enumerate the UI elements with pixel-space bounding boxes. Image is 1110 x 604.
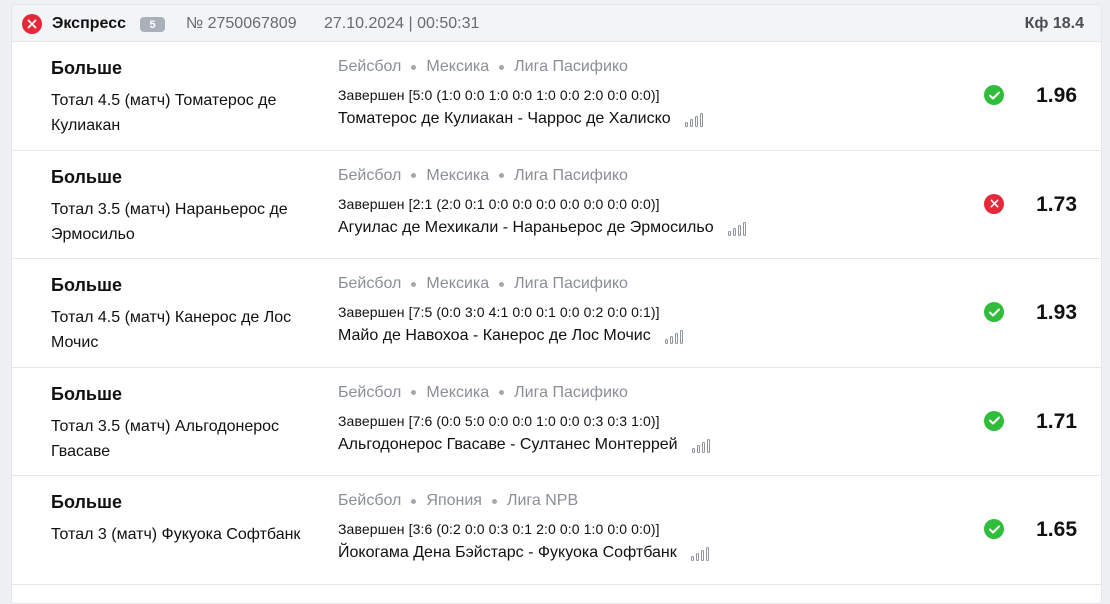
- separator-dot: [411, 281, 417, 287]
- close-icon: [984, 193, 1004, 214]
- separator-dot: [499, 64, 505, 70]
- ticket-datetime: 27.10.2024 | 00:50:31: [324, 15, 480, 32]
- bet-odd: 1.65: [1036, 518, 1077, 541]
- stats-icon[interactable]: [691, 437, 710, 453]
- league-label: Лига Пасифико: [514, 275, 628, 292]
- bet-row[interactable]: Больше Тотал 4.5 (матч) Томатерос де Кул…: [12, 42, 1101, 151]
- bet-odd: 1.71: [1036, 409, 1077, 433]
- event-meta: Бейсбол Мексика Лига Пасифико: [338, 167, 628, 185]
- bet-odd: 1.96: [1036, 84, 1077, 107]
- bet-type: Больше: [51, 58, 122, 78]
- bets-list: Больше Тотал 4.5 (матч) Томатерос де Кул…: [12, 42, 1101, 585]
- bet-type: Больше: [51, 275, 122, 295]
- event-meta: Бейсбол Мексика Лига Пасифико: [338, 384, 628, 402]
- match-result: Завершен [3:6 (0:2 0:0 0:3 0:1 2:0 0:0 1…: [338, 521, 660, 537]
- sport-label: Бейсбол: [338, 492, 402, 509]
- sport-label: Бейсбол: [338, 58, 402, 75]
- separator-dot: [491, 498, 497, 504]
- ticket-number: № 2750067809: [186, 15, 297, 32]
- country-label: Мексика: [426, 166, 490, 184]
- bet-market: Тотал 3.5 (матч) Нараньерос де Эрмосильо: [51, 200, 288, 243]
- bet-odd: 1.93: [1036, 301, 1077, 324]
- teams-label: Йокогама Дена Бэйстарс - Фукуока Софтбан…: [338, 544, 677, 561]
- league-label: Лига Пасифико: [514, 383, 628, 401]
- teams-label: Томатерос де Кулиакан - Чаррос де Халиск…: [338, 110, 671, 127]
- match-teams: Йокогама Дена Бэйстарс - Фукуока Софтбан…: [338, 544, 709, 562]
- separator-dot: [411, 173, 417, 178]
- bet-market: Тотал 4.5 (матч) Канерос де Лос Мочис: [51, 309, 292, 351]
- stats-icon[interactable]: [684, 111, 703, 127]
- separator-dot: [411, 498, 417, 504]
- match-result: Завершен [2:1 (2:0 0:1 0:0 0:0 0:0 0:0 0…: [338, 195, 660, 212]
- country-label: Япония: [426, 492, 482, 509]
- event-meta: Бейсбол Мексика Лига Пасифико: [338, 58, 628, 76]
- league-label: Лига Пасифико: [514, 58, 628, 75]
- sport-label: Бейсбол: [338, 275, 402, 292]
- bet-row[interactable]: Больше Тотал 3.5 (матч) Альгодонерос Гва…: [12, 368, 1101, 476]
- league-label: Лига NPB: [506, 492, 579, 509]
- teams-label: Агуилас де Мехикали - Нараньерос де Эрмо…: [338, 218, 714, 236]
- check-icon: [984, 85, 1004, 105]
- bet-market: Тотал 4.5 (матч) Томатерос де Кулиакан: [51, 92, 277, 134]
- bet-market: Тотал 3.5 (матч) Альгодонерос Гвасаве: [51, 417, 280, 460]
- match-teams: Альгодонерос Гвасаве - Султанес Монтерре…: [338, 436, 710, 454]
- bets-count-badge: 5: [140, 17, 165, 32]
- match-teams: Томатерос де Кулиакан - Чаррос де Халиск…: [338, 110, 703, 128]
- bet-row[interactable]: Больше Тотал 3 (матч) Фукуока Софтбанк Б…: [12, 476, 1101, 585]
- separator-dot: [499, 281, 505, 287]
- separator-dot: [411, 64, 417, 70]
- sport-label: Бейсбол: [338, 383, 402, 401]
- stats-icon[interactable]: [727, 220, 746, 236]
- event-meta: Бейсбол Мексика Лига Пасифико: [338, 275, 628, 293]
- match-result: Завершен [7:6 (0:0 5:0 0:0 0:0 1:0 0:0 0…: [338, 412, 660, 429]
- sport-label: Бейсбол: [338, 166, 402, 184]
- ticket-type-title: Экспресс: [52, 15, 126, 32]
- teams-label: Альгодонерос Гвасаве - Султанес Монтерре…: [338, 435, 678, 453]
- bet-odd: 1.73: [1036, 192, 1077, 216]
- match-teams: Майо де Навохоа - Канерос де Лос Мочис: [338, 327, 683, 345]
- separator-dot: [499, 390, 505, 395]
- bet-type: Больше: [51, 383, 122, 404]
- bet-ticket-card: Экспресс 5 № 2750067809 27.10.2024 | 00:…: [11, 4, 1102, 604]
- separator-dot: [411, 390, 417, 395]
- total-coefficient: Кф 18.4: [1024, 15, 1084, 32]
- ticket-header[interactable]: Экспресс 5 № 2750067809 27.10.2024 | 00:…: [12, 5, 1101, 42]
- bet-row[interactable]: Больше Тотал 3.5 (матч) Нараньерос де Эр…: [12, 151, 1101, 259]
- country-label: Мексика: [426, 383, 490, 401]
- match-result: Завершен [5:0 (1:0 0:0 1:0 0:0 1:0 0:0 2…: [338, 87, 660, 103]
- stats-icon[interactable]: [664, 328, 683, 344]
- event-meta: Бейсбол Япония Лига NPB: [338, 492, 578, 510]
- match-teams: Агуилас де Мехикали - Нараньерос де Эрмо…: [338, 219, 746, 237]
- stats-icon[interactable]: [690, 545, 709, 561]
- check-icon: [984, 302, 1004, 322]
- country-label: Мексика: [426, 58, 490, 75]
- separator-dot: [499, 173, 505, 178]
- teams-label: Майо де Навохоа - Канерос де Лос Мочис: [338, 327, 651, 344]
- bet-row[interactable]: Больше Тотал 4.5 (матч) Канерос де Лос М…: [12, 259, 1101, 368]
- match-result: Завершен [7:5 (0:0 3:0 4:1 0:0 0:1 0:0 0…: [338, 304, 660, 320]
- check-icon: [984, 519, 1004, 539]
- bet-market: Тотал 3 (матч) Фукуока Софтбанк: [51, 526, 301, 543]
- close-icon: [22, 14, 42, 34]
- bet-type: Больше: [51, 166, 122, 187]
- bet-type: Больше: [51, 492, 122, 512]
- country-label: Мексика: [426, 275, 490, 292]
- league-label: Лига Пасифико: [514, 166, 628, 184]
- check-icon: [984, 410, 1004, 431]
